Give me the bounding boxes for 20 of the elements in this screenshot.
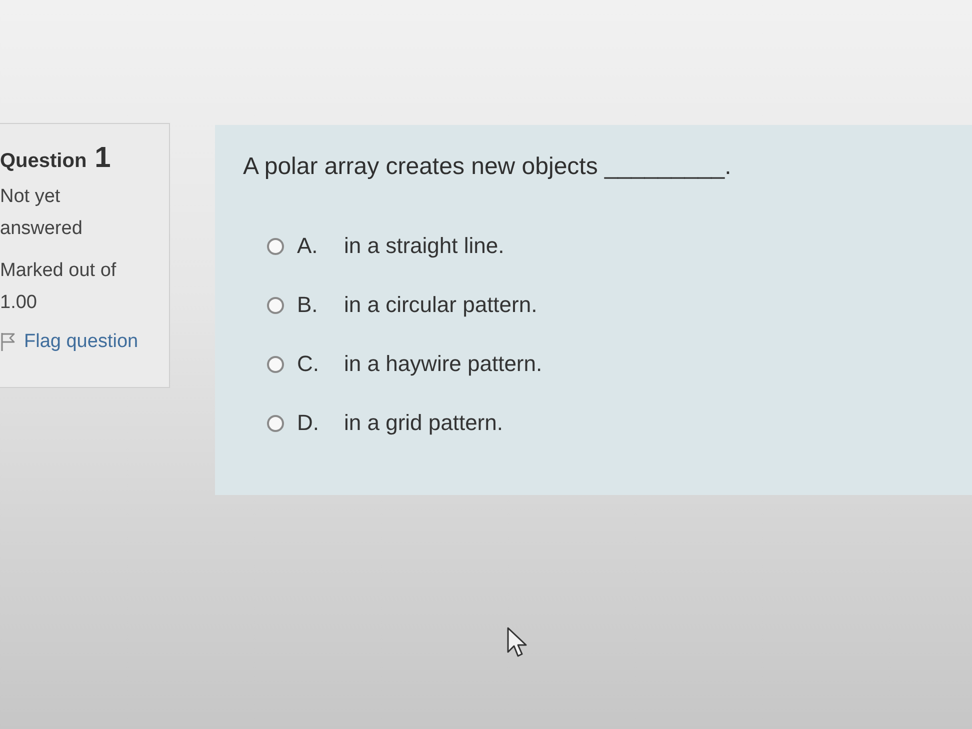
- radio-button[interactable]: [267, 238, 284, 254]
- radio-button[interactable]: [267, 296, 284, 314]
- flag-question-link[interactable]: Flag question: [0, 331, 159, 353]
- option-text[interactable]: in a haywire pattern.: [344, 351, 542, 377]
- option-letter: C.: [297, 351, 320, 377]
- question-state: Not yet answered: [0, 185, 84, 241]
- option-letter: A.: [297, 233, 319, 259]
- radio-button[interactable]: [267, 414, 284, 432]
- flag-icon: [0, 332, 16, 352]
- option-text[interactable]: in a circular pattern.: [344, 292, 538, 318]
- option-letter: B.: [297, 292, 319, 318]
- question-text: A polar array creates new objects _________.: [243, 153, 732, 181]
- option-letter: D.: [297, 410, 320, 436]
- option-text[interactable]: in a grid pattern.: [344, 410, 503, 436]
- question-label: Question: [0, 150, 87, 173]
- question-number: 1: [94, 142, 111, 175]
- question-marks: Marked out of 1.00: [0, 259, 118, 315]
- option-text[interactable]: in a straight line.: [344, 233, 504, 259]
- radio-button[interactable]: [267, 356, 284, 372]
- pointer-icon: [507, 627, 529, 659]
